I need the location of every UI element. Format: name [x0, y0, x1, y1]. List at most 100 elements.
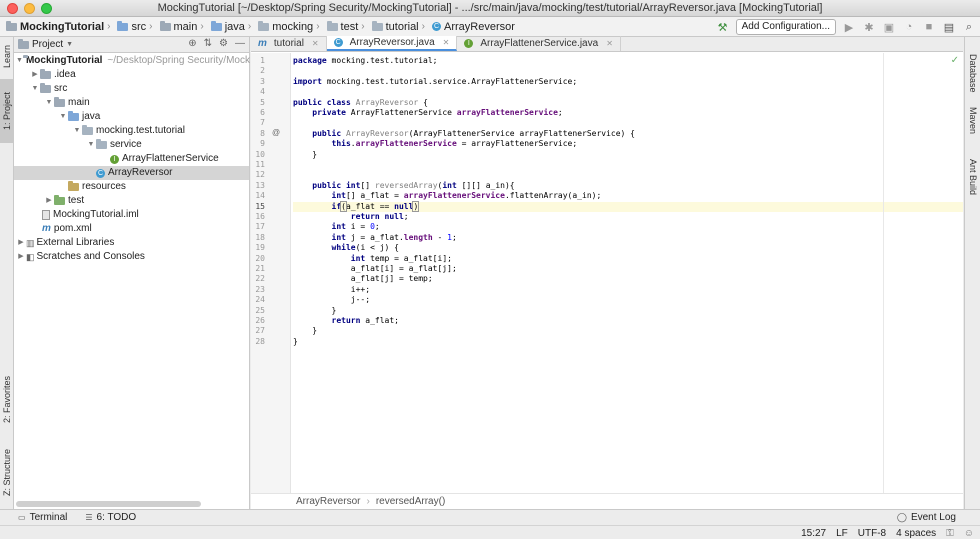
nav-crumb-project[interactable]: MockingTutorial › — [4, 20, 115, 33]
project-structure-icon[interactable]: ▤ — [942, 20, 956, 34]
nav-crumb-tutorial[interactable]: tutorial › — [370, 20, 430, 33]
indent-setting[interactable]: 4 spaces — [896, 528, 936, 539]
lock-icon[interactable]: ⚿ — [946, 528, 954, 539]
nav-crumb-test[interactable]: test › — [325, 20, 370, 33]
line-number: 28 — [255, 336, 265, 346]
scratches-icon: ◧ — [26, 252, 34, 262]
favorites-tool-tab[interactable]: 2: Favorites — [0, 367, 14, 431]
tree-item-resources[interactable]: resources — [14, 180, 249, 194]
line-separator[interactable]: LF — [836, 528, 848, 539]
folder-icon — [54, 97, 65, 107]
no-problems-check-icon[interactable]: ✓ — [951, 55, 959, 66]
tab-array-reversor[interactable]: C ArrayReversor.java ✕ — [326, 36, 458, 51]
breadcrumb-class[interactable]: ArrayReversor — [296, 496, 360, 507]
class-icon: C — [431, 22, 441, 31]
line-number: 1 — [260, 56, 265, 65]
title-bar: MockingTutorial [~/Desktop/Spring Securi… — [0, 0, 980, 17]
code-line: public int[] reversedArray(int [][] a_in… — [312, 180, 515, 190]
maximize-window-button[interactable] — [41, 3, 52, 14]
todo-tool-button[interactable]: ☰ 6: TODO — [85, 512, 136, 523]
project-panel: Project ▼ ⊕ ⇅ ⚙ — ▼ MockingTutorial ~/Desk… — [14, 37, 250, 509]
code-line: package mocking.test.tutorial; — [293, 56, 438, 65]
project-tool-tab[interactable]: 1: Project — [0, 79, 14, 143]
tree-item-scratches[interactable]: ▶ ◧ Scratches and Consoles — [14, 250, 249, 264]
code-line: public class ArrayReversor { — [293, 97, 428, 107]
nav-crumb-class[interactable]: C ArrayReversor — [430, 21, 517, 33]
learn-tab[interactable]: Learn — [0, 39, 14, 73]
tree-item-external-libraries[interactable]: ▶ ▥ External Libraries — [14, 236, 249, 250]
ide-window: MockingTutorial [~/Desktop/Spring Securi… — [0, 0, 980, 539]
tool-window-bar: ▭ Terminal ☰ 6: TODO ◯ Event Log — [0, 510, 980, 525]
coverage-icon[interactable]: ▣ — [882, 20, 896, 34]
chevron-down-icon[interactable]: ▼ — [66, 41, 73, 48]
build-hammer-icon[interactable]: ⚒ — [716, 20, 730, 34]
nav-crumb-java[interactable]: java › — [209, 20, 257, 33]
collapse-all-icon[interactable]: ⇅ — [204, 38, 212, 49]
line-number: 6 — [260, 108, 265, 117]
structure-tool-tab[interactable]: Z: Structure — [0, 439, 14, 505]
code-line: int j = a_flat.length - 1; — [331, 232, 457, 242]
add-configuration-button[interactable]: Add Configuration... — [735, 19, 836, 35]
line-number: 9 — [260, 139, 265, 149]
inspector-icon[interactable]: ☺ — [964, 528, 974, 539]
maven-icon: m — [42, 223, 51, 234]
tree-item-java[interactable]: ▼ java — [14, 110, 249, 124]
line-number: 10 — [255, 149, 265, 159]
window-title: MockingTutorial [~/Desktop/Spring Securi… — [157, 2, 823, 14]
nav-crumb-mocking[interactable]: mocking › — [256, 20, 324, 33]
folder-icon — [258, 20, 270, 31]
gear-icon[interactable]: ⚙ — [219, 38, 228, 49]
horizontal-scrollbar[interactable] — [16, 501, 201, 507]
code-line: this.arrayFlattenerService = arrayFlatte… — [331, 139, 578, 149]
maven-tool-tab[interactable]: Maven — [966, 101, 980, 141]
tree-item-package[interactable]: ▼ mocking.test.tutorial — [14, 124, 249, 138]
breadcrumb-method[interactable]: reversedArray() — [376, 496, 445, 507]
folder-icon — [117, 20, 129, 31]
line-number-gutter[interactable]: 1 2 3 4 5 6 7 8 9 10 11 12 13 14 15 16 1… — [251, 53, 308, 493]
line-number: 12 — [255, 170, 265, 180]
editor-tabs: m tutorial ✕ C ArrayReversor.java ✕ I ArrayFl… — [251, 36, 963, 52]
code-area[interactable]: package mocking.test.tutorial; import mo… — [293, 53, 963, 493]
tree-item-main[interactable]: ▼ main — [14, 96, 249, 110]
caret-position[interactable]: 15:27 — [801, 528, 826, 539]
tree-item-iml[interactable]: MockingTutorial.iml — [14, 208, 249, 222]
tree-item-array-flattener-service[interactable]: I ArrayFlattenerService — [14, 152, 249, 166]
nav-crumb-main[interactable]: main › — [158, 20, 209, 33]
interface-icon: I — [110, 154, 119, 164]
minimize-window-button[interactable] — [24, 3, 35, 14]
tree-item-project-root[interactable]: ▼ MockingTutorial ~/Desktop/Spring Securit… — [14, 54, 250, 68]
nav-crumb-src[interactable]: src › — [115, 20, 157, 33]
tree-item-src[interactable]: ▼ src — [14, 82, 249, 96]
tree-item-service[interactable]: ▼ service — [14, 138, 249, 152]
file-encoding[interactable]: UTF-8 — [858, 528, 886, 539]
terminal-tool-button[interactable]: ▭ Terminal — [18, 512, 67, 523]
tree-item-test[interactable]: ▶ test — [14, 194, 249, 208]
line-number: 22 — [255, 274, 265, 284]
event-log-button[interactable]: ◯ Event Log — [897, 512, 956, 523]
project-view-selector[interactable]: Project — [32, 39, 63, 50]
line-number: 19 — [255, 243, 265, 253]
database-tool-tab[interactable]: Database — [966, 51, 980, 95]
hide-panel-icon[interactable]: — — [235, 38, 245, 49]
close-window-button[interactable] — [7, 3, 18, 14]
code-line-current: if(a_flat == null) — [331, 200, 420, 212]
code-line: } — [293, 336, 298, 346]
code-line: } — [293, 326, 318, 336]
annotation-at-icon[interactable]: @ — [272, 128, 280, 137]
close-icon[interactable]: ✕ — [443, 38, 450, 47]
close-icon[interactable]: ✕ — [312, 39, 319, 48]
ant-build-tool-tab[interactable]: Ant Build — [966, 153, 980, 201]
debug-icon[interactable]: ✱ — [862, 20, 876, 34]
tree-item-array-reversor[interactable]: C ArrayReversor — [14, 166, 249, 180]
file-icon — [42, 210, 50, 220]
locate-icon[interactable]: ⊕ — [188, 38, 196, 49]
stop-icon[interactable]: ■ — [922, 20, 936, 34]
run-icon[interactable]: ▶ — [842, 20, 856, 34]
tree-item-idea[interactable]: ▶ .idea — [14, 68, 249, 82]
tree-item-pom[interactable]: m pom.xml — [14, 222, 249, 236]
tab-array-flattener-service[interactable]: I ArrayFlattenerService.java ✕ — [457, 36, 621, 51]
tab-tutorial[interactable]: m tutorial ✕ — [251, 36, 327, 51]
close-icon[interactable]: ✕ — [606, 39, 613, 48]
search-everywhere-icon[interactable]: ⌕ — [962, 20, 976, 34]
profile-icon[interactable]: ◔ — [902, 20, 916, 34]
